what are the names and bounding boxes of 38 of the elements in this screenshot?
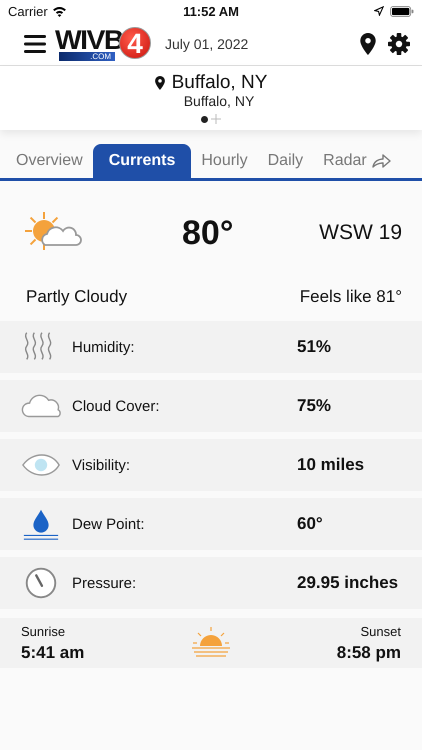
battery-icon — [390, 6, 414, 16]
carrier-name: Carrier — [8, 4, 48, 18]
tab[interactable]: Radar — [313, 144, 401, 178]
location-subtitle: Buffalo, NY — [184, 94, 254, 109]
detail-label: Humidity: — [72, 338, 136, 356]
clock-time: 11:52 AM — [183, 4, 239, 18]
condition-text: Partly Cloudy — [26, 287, 128, 307]
detail-label: Cloud Cover: — [72, 398, 161, 414]
header-date: July 01, 2022 — [165, 36, 250, 52]
wind-reading: WSW 19 — [319, 221, 402, 245]
tab[interactable]: Overview — [6, 144, 93, 178]
detail-label: Visibility: — [72, 456, 132, 474]
detail-value: 75% — [297, 396, 332, 416]
sunset-time: 8:58 pm — [336, 642, 401, 662]
location-arrow-icon — [374, 6, 384, 16]
sunrise-label: Sunrise — [21, 624, 66, 638]
detail-label: Dew Point: — [72, 516, 146, 532]
feels-like-text: Feels like 81° — [300, 287, 402, 307]
temperature: 80° — [182, 214, 234, 252]
menu-icon[interactable] — [24, 34, 46, 52]
water-drop-icon — [21, 507, 61, 541]
logo-domain: .COM — [59, 52, 115, 60]
tab[interactable]: Hourly — [191, 144, 258, 178]
page-dot[interactable] — [201, 116, 208, 122]
detail-value: 29.95 inches — [297, 573, 398, 593]
detail-value: 10 miles — [297, 455, 364, 475]
tab[interactable]: Currents — [92, 144, 192, 178]
sunrise-time: 5:41 am — [21, 642, 84, 662]
detail-value: 60° — [297, 514, 323, 534]
wifi-icon — [52, 6, 67, 16]
detail-label: Pressure: — [72, 574, 138, 592]
location-pin-icon — [154, 76, 165, 90]
settings-icon[interactable] — [388, 32, 410, 54]
tab[interactable]: Daily — [258, 144, 314, 178]
detail-value: 51% — [297, 337, 332, 357]
sunset-label: Sunset — [360, 624, 401, 638]
location-name: Buffalo, NY — [172, 72, 268, 94]
location-pin-icon[interactable] — [360, 32, 376, 54]
